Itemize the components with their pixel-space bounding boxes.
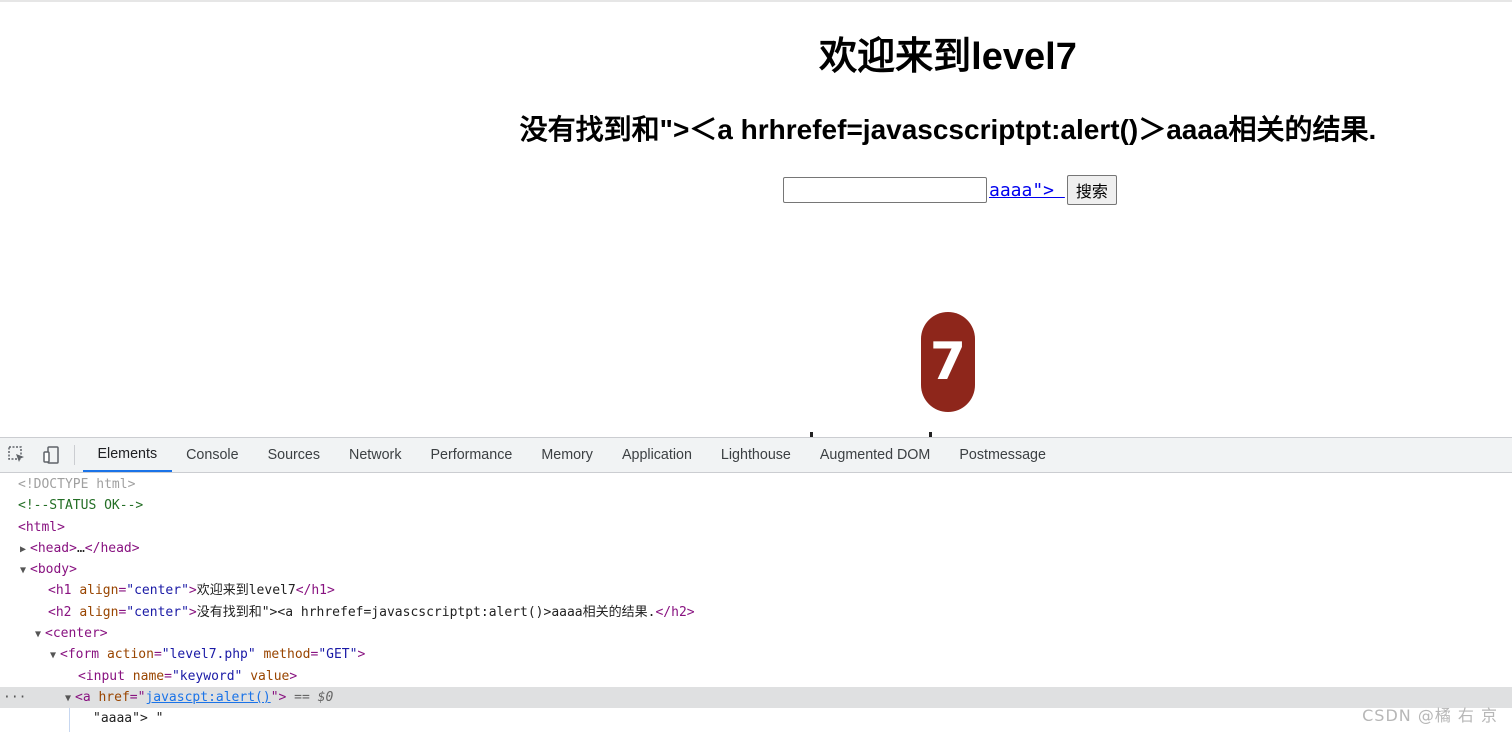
inspect-element-icon[interactable] xyxy=(0,438,34,472)
more-options-icon[interactable]: ··· xyxy=(3,687,26,708)
dom-node-center[interactable]: ▼ <center> xyxy=(0,623,1512,644)
expand-triangle-icon[interactable]: ▶ xyxy=(20,539,30,560)
tab-memory[interactable]: Memory xyxy=(527,438,608,472)
href-link[interactable]: javascpt:alert() xyxy=(145,690,270,705)
tab-performance[interactable]: Performance xyxy=(416,438,527,472)
dom-node-doctype[interactable]: <!DOCTYPE html> xyxy=(0,474,1512,495)
page-heading-h2: 没有找到和">＜a hrhrefef=javascscriptpt:alert(… xyxy=(519,114,1377,145)
tab-sources[interactable]: Sources xyxy=(253,438,334,472)
dom-node-a-selected[interactable]: ··· ▼ <a href="javascpt:alert()"> == $0 xyxy=(0,686,1512,709)
level-logo: 7 xyxy=(921,312,975,412)
dom-node-input[interactable]: <input name="keyword" value> xyxy=(0,666,1512,687)
dom-node-comment[interactable]: <!--STATUS OK--> xyxy=(0,495,1512,516)
page-viewport[interactable]: 欢迎来到level7 没有找到和">＜a hrhrefef=javascscri… xyxy=(0,2,1512,437)
search-button[interactable]: 搜索 xyxy=(1066,175,1117,205)
tab-postmessage[interactable]: Postmessage xyxy=(945,438,1061,472)
search-form: aaaa"> 搜索 xyxy=(783,175,1117,205)
toolbar-divider xyxy=(74,445,75,465)
devtools-panel: Elements Console Sources Network Perform… xyxy=(0,437,1512,733)
tree-indent-guide xyxy=(69,708,70,732)
dom-tree[interactable]: <!DOCTYPE html> <!--STATUS OK--> <html> … xyxy=(0,474,1512,730)
tab-lighthouse[interactable]: Lighthouse xyxy=(706,438,805,472)
dom-node-h1[interactable]: <h1 align="center">欢迎来到level7</h1> xyxy=(0,580,1512,601)
tab-elements[interactable]: Elements xyxy=(83,438,172,472)
dom-node-head[interactable]: ▶ <head>…</head> xyxy=(0,538,1512,559)
collapse-triangle-icon[interactable]: ▼ xyxy=(35,624,45,645)
tab-network[interactable]: Network xyxy=(335,438,416,472)
dom-node-html[interactable]: <html> xyxy=(0,517,1512,538)
watermark: CSDN @橘 右 京 xyxy=(1362,706,1498,725)
tab-console[interactable]: Console xyxy=(172,438,253,472)
dom-node-body[interactable]: ▼ <body> xyxy=(0,559,1512,580)
dom-node-text[interactable]: "aaaa"> " xyxy=(0,708,1512,729)
collapse-triangle-icon[interactable]: ▼ xyxy=(65,688,75,709)
tab-application[interactable]: Application xyxy=(607,438,706,472)
level-logo-digit: 7 xyxy=(929,332,967,392)
dom-node-h2[interactable]: <h2 align="center">没有找到和"><a hrhrefef=ja… xyxy=(0,602,1512,623)
tab-augmented-dom[interactable]: Augmented DOM xyxy=(805,438,944,472)
page-heading-h1: 欢迎来到level7 xyxy=(819,36,1077,78)
keyword-input[interactable] xyxy=(783,177,987,203)
injected-link[interactable]: aaaa"> xyxy=(989,180,1065,201)
collapse-triangle-icon[interactable]: ▼ xyxy=(20,560,30,581)
device-toolbar-icon[interactable] xyxy=(34,438,68,472)
dom-node-form[interactable]: ▼ <form action="level7.php" method="GET"> xyxy=(0,644,1512,665)
collapse-triangle-icon[interactable]: ▼ xyxy=(50,645,60,666)
devtools-toolbar: Elements Console Sources Network Perform… xyxy=(0,438,1512,473)
